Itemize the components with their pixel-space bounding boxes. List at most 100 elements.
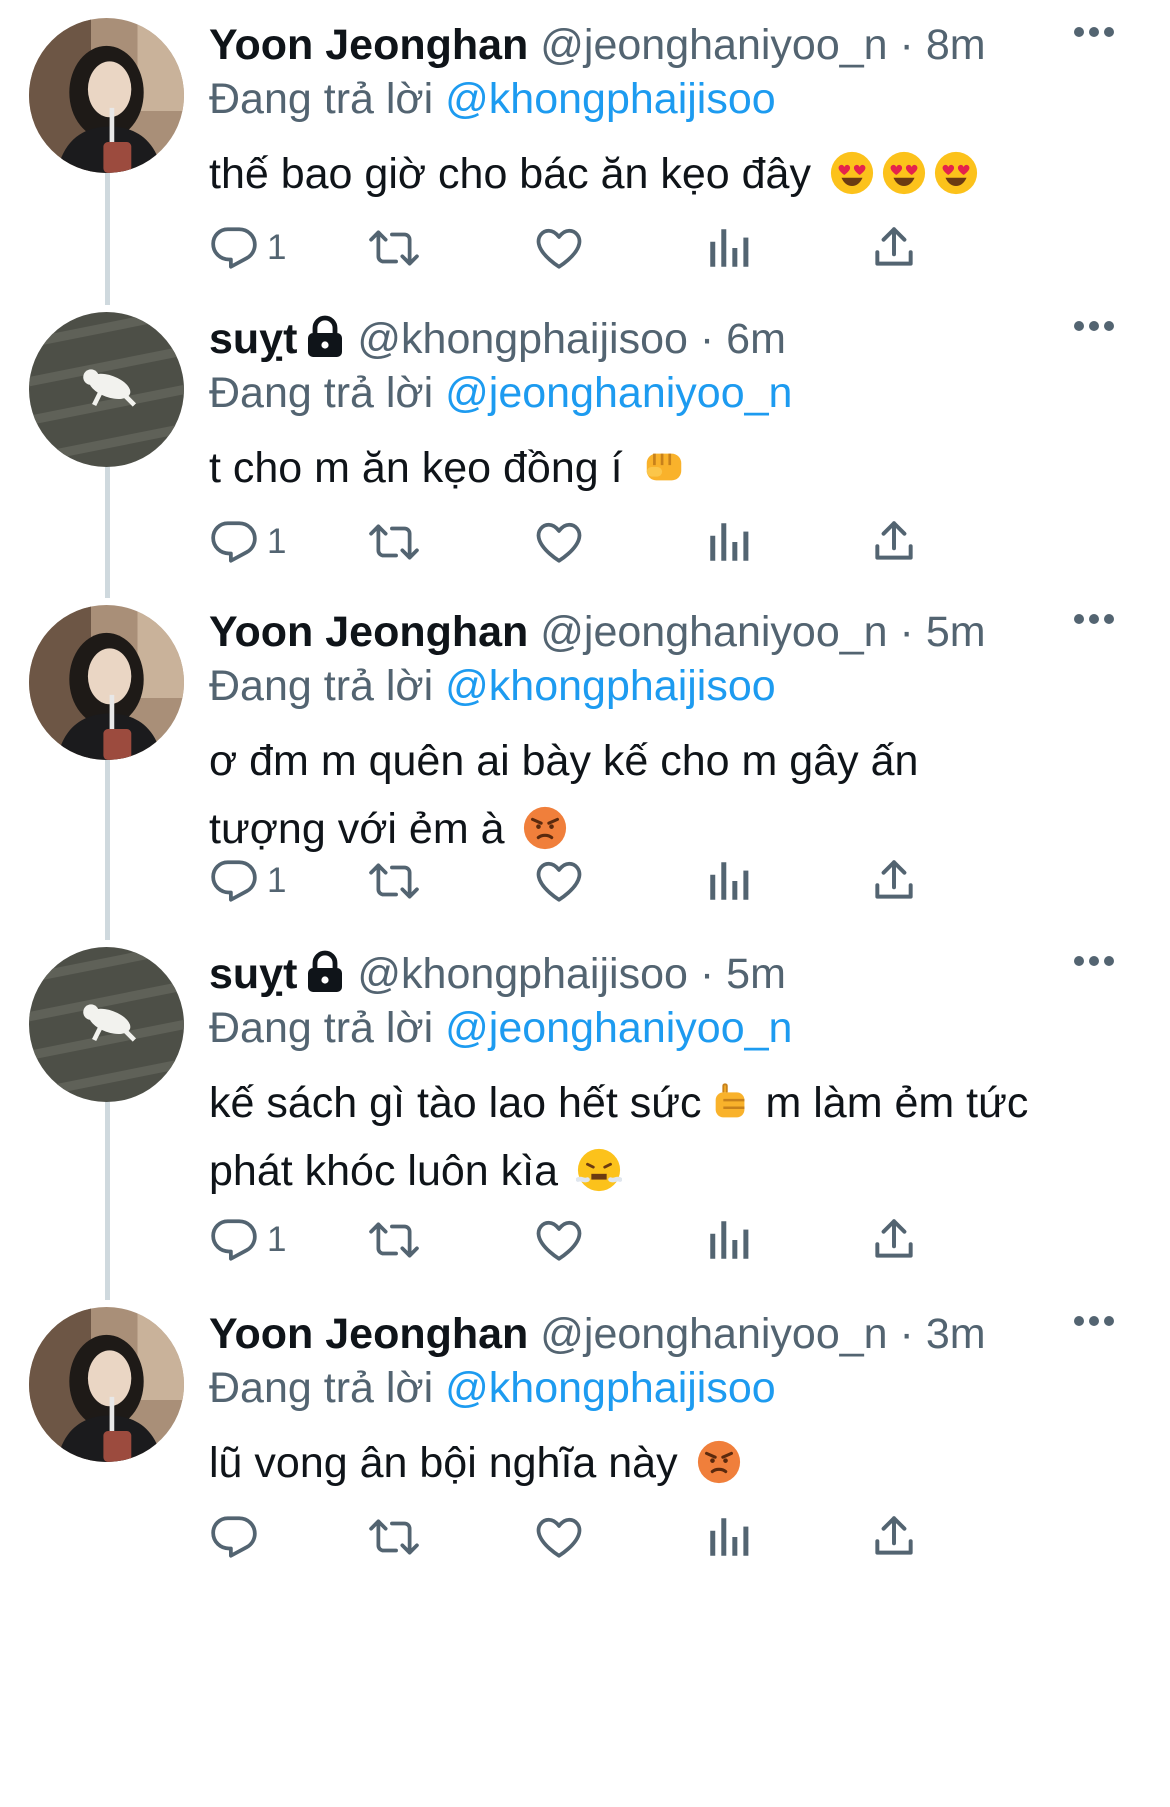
mention-link[interactable]: @khongphaijisoo — [445, 662, 776, 710]
avatar[interactable] — [29, 1307, 184, 1462]
more-options-icon[interactable] — [1074, 1313, 1124, 1333]
tweet-text-content: m làm ẻm tức — [765, 1079, 1029, 1127]
thread-line — [105, 160, 110, 305]
reply-button[interactable]: 1 — [209, 218, 286, 278]
replying-prefix: Đang trả lời — [209, 662, 434, 710]
tweet-text-content: kế sách gì tào lao hết sức — [209, 1079, 702, 1127]
tweet-text-line: phát khóc luôn kìa — [209, 1147, 559, 1195]
thread-line — [105, 745, 110, 940]
like-button[interactable] — [534, 1210, 584, 1270]
retweet-button[interactable] — [369, 512, 419, 572]
reply-icon — [209, 1215, 259, 1265]
timestamp[interactable]: 6m — [726, 315, 786, 363]
lock-icon — [305, 950, 345, 994]
avatar[interactable] — [29, 312, 184, 467]
reply-button[interactable]: 1 — [209, 512, 286, 572]
like-button[interactable] — [534, 851, 584, 911]
handle[interactable]: @khongphaijisoo — [357, 315, 688, 363]
timestamp[interactable]: 5m — [926, 608, 986, 656]
display-name[interactable]: suỵt — [209, 950, 297, 998]
share-button[interactable] — [869, 512, 919, 572]
share-icon — [869, 1215, 919, 1265]
more-options-icon[interactable] — [1074, 611, 1124, 631]
tweet-text: ơ đm m quên ai bày kế cho m gây ấn tượng… — [209, 727, 1129, 863]
display-name[interactable]: Yoon Jeonghan — [209, 1310, 528, 1358]
timestamp[interactable]: 8m — [926, 21, 986, 69]
fist-emoji — [641, 444, 687, 490]
handle[interactable]: @jeonghaniyoo_n — [540, 608, 887, 656]
heart-icon — [534, 517, 584, 567]
reply-icon — [209, 1512, 259, 1562]
timestamp[interactable]: 5m — [726, 950, 786, 998]
like-button[interactable] — [534, 1507, 584, 1567]
angry-face-emoji — [696, 1439, 742, 1485]
tweet-text: lũ vong ân bội nghĩa này — [209, 1429, 1129, 1497]
views-button[interactable] — [704, 1210, 754, 1270]
retweet-icon — [369, 223, 419, 273]
display-name[interactable]: Yoon Jeonghan — [209, 608, 528, 656]
share-button[interactable] — [869, 218, 919, 278]
views-button[interactable] — [704, 218, 754, 278]
heart-icon — [534, 1215, 584, 1265]
more-options-icon[interactable] — [1074, 953, 1124, 973]
reply-button[interactable]: 1 — [209, 1210, 286, 1270]
handle[interactable]: @khongphaijisoo — [357, 950, 688, 998]
share-button[interactable] — [869, 1507, 919, 1567]
mention-link[interactable]: @khongphaijisoo — [445, 1364, 776, 1412]
views-icon — [704, 223, 754, 273]
retweet-button[interactable] — [369, 218, 419, 278]
replying-to: Đang trả lời @jeonghaniyoo_n — [209, 1001, 1129, 1055]
action-bar: 1 — [209, 851, 1029, 911]
avatar[interactable] — [29, 18, 184, 173]
reply-button[interactable] — [209, 1507, 267, 1567]
tweet-header: Yoon Jeonghan @jeonghaniyoo_n · 5m — [209, 605, 1129, 659]
separator: · — [899, 608, 914, 656]
replying-prefix: Đang trả lời — [209, 369, 434, 417]
more-options-icon[interactable] — [1074, 318, 1124, 338]
reply-button[interactable]: 1 — [209, 851, 286, 911]
share-button[interactable] — [869, 1210, 919, 1270]
separator: · — [899, 21, 914, 69]
replying-prefix: Đang trả lời — [209, 1004, 434, 1052]
heart-icon — [534, 1512, 584, 1562]
share-button[interactable] — [869, 851, 919, 911]
mention-link[interactable]: @jeonghaniyoo_n — [445, 369, 792, 417]
like-button[interactable] — [534, 512, 584, 572]
views-icon — [704, 1512, 754, 1562]
mention-link[interactable]: @jeonghaniyoo_n — [445, 1004, 792, 1052]
heart-icon — [534, 856, 584, 906]
replying-prefix: Đang trả lời — [209, 1364, 434, 1412]
share-icon — [869, 856, 919, 906]
more-options-icon[interactable] — [1074, 24, 1124, 44]
views-icon — [704, 1215, 754, 1265]
reply-icon — [209, 517, 259, 567]
display-name[interactable]: suỵt — [209, 315, 297, 363]
reply-count: 1 — [267, 522, 287, 561]
heart-eyes-emoji — [829, 150, 875, 196]
handle[interactable]: @jeonghaniyoo_n — [540, 21, 887, 69]
replying-to: Đang trả lời @khongphaijisoo — [209, 72, 1129, 126]
retweet-button[interactable] — [369, 1507, 419, 1567]
heart-eyes-emoji — [933, 150, 979, 196]
retweet-icon — [369, 517, 419, 567]
avatar[interactable] — [29, 605, 184, 760]
reply-count: 1 — [267, 861, 287, 900]
views-button[interactable] — [704, 851, 754, 911]
share-icon — [869, 517, 919, 567]
reply-count: 1 — [267, 228, 287, 267]
share-icon — [869, 1512, 919, 1562]
separator: · — [699, 315, 715, 363]
like-button[interactable] — [534, 218, 584, 278]
views-button[interactable] — [704, 1507, 754, 1567]
mention-link[interactable]: @khongphaijisoo — [445, 75, 776, 123]
tweet-text: thế bao giờ cho bác ăn kẹo đây — [209, 140, 1129, 208]
timestamp[interactable]: 3m — [926, 1310, 986, 1358]
handle[interactable]: @jeonghaniyoo_n — [540, 1310, 887, 1358]
retweet-icon — [369, 856, 419, 906]
avatar[interactable] — [29, 947, 184, 1102]
tweet-header: Yoon Jeonghan @jeonghaniyoo_n · 3m — [209, 1307, 1129, 1361]
display-name[interactable]: Yoon Jeonghan — [209, 21, 528, 69]
retweet-button[interactable] — [369, 851, 419, 911]
views-button[interactable] — [704, 512, 754, 572]
retweet-button[interactable] — [369, 1210, 419, 1270]
